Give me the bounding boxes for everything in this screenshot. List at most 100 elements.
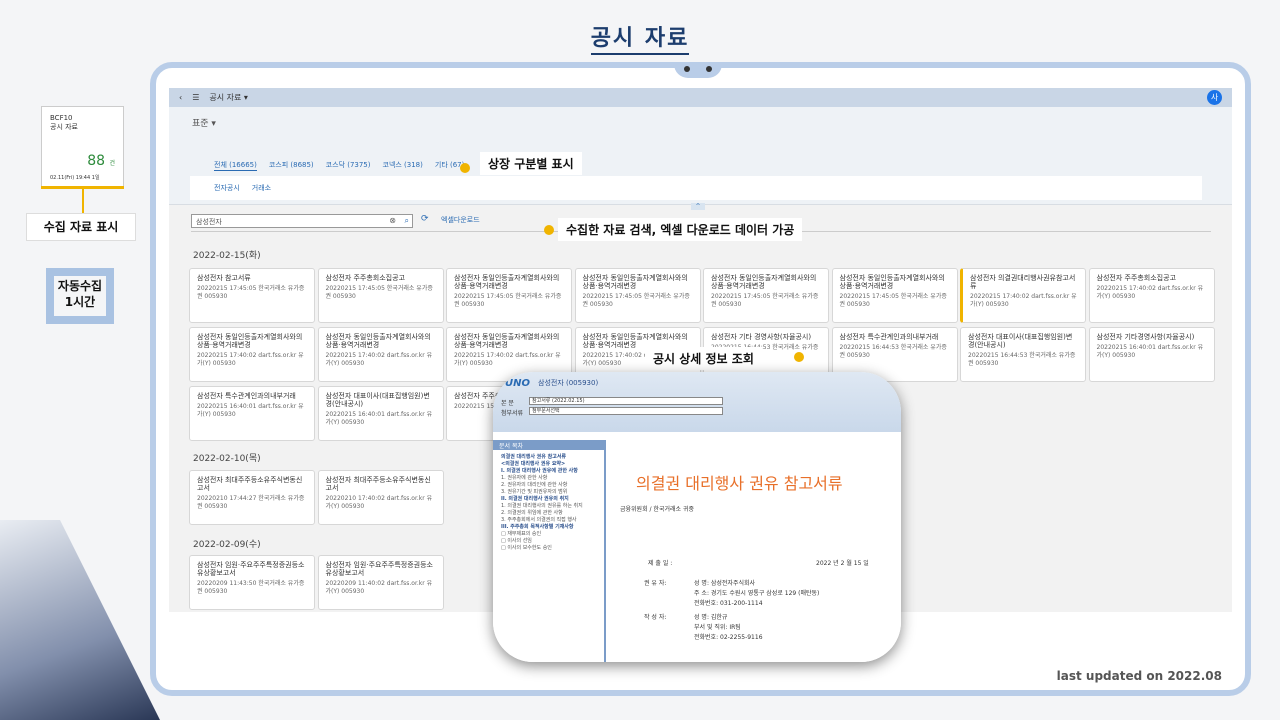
disclosure-card[interactable]: 삼성전자 대표이사(대표집행임원)변경(안내공시) 20220215 16:40:… bbox=[317, 386, 444, 441]
card-meta: 20220209 11:43:50 한국거래소 유가증권 005930 bbox=[197, 580, 305, 595]
auto-collect-label: 자동수집 bbox=[57, 279, 103, 293]
writer-label: 작 성 자: bbox=[644, 614, 667, 621]
card-title: 삼성전자 최대주주등소유주식변동신고서 bbox=[197, 476, 303, 492]
user-avatar-icon[interactable]: 사 bbox=[1207, 90, 1222, 105]
listing-callout: 상장 구분별 표시 bbox=[480, 152, 582, 175]
search-input[interactable]: 삼성전자 ⊗ ⌕ bbox=[191, 214, 413, 228]
disclosure-card[interactable]: 삼성전자 의결권대리행사권유참고서류 20220215 17:40:02 dart… bbox=[960, 268, 1086, 323]
collect-display-label: 수집 자료 표시 bbox=[26, 213, 136, 241]
tab-kospi[interactable]: 코스피 (8685) bbox=[269, 160, 314, 171]
disclosure-card[interactable]: 삼성전자 대표이사(대표집행임원)변경(안내공시) 20220215 16:44:… bbox=[960, 327, 1086, 382]
widget-count: 88 건 bbox=[87, 153, 115, 169]
card-title: 삼성전자 대표이사(대표집행임원)변경(안내공시) bbox=[968, 333, 1073, 349]
date-header: 2022-02-10(목) bbox=[193, 454, 261, 464]
company-label: 삼성전자 (005930) bbox=[538, 379, 599, 387]
card-meta: 20220215 17:45:05 한국거래소 유가증권 005930 bbox=[197, 285, 305, 300]
tab-krx[interactable]: 거래소 bbox=[252, 183, 271, 200]
toc-panel: 문서 목차 의결권 대리행사 권유 참고서류 <의결권 대리행사 권유 요약> I.… bbox=[493, 440, 606, 662]
disclosure-card[interactable]: 삼성전자 최대주주등소유주식변동신고서 20220210 17:40:02 dar… bbox=[317, 470, 444, 525]
toc-item[interactable]: 1. 의결권 대리행사의 권유를 하는 취지 bbox=[501, 503, 596, 510]
doc-select[interactable]: 참고서류 (2022.02.15) bbox=[529, 397, 723, 405]
card-meta: 20220215 16:44:53 한국거래소 유가증권 005930 bbox=[839, 344, 947, 359]
clear-icon[interactable]: ⊗ bbox=[389, 216, 396, 225]
tile-widget[interactable]: BCF10 공시 자료 88 건 02.11(Fri) 19:44 1일 bbox=[41, 106, 124, 188]
toc-item[interactable]: <의결권 대리행사 권유 요약> bbox=[501, 461, 596, 468]
card-meta: 20220210 17:40:02 dart.fss.or.kr 유가(Y) 0… bbox=[325, 495, 433, 510]
card-meta: 20220215 17:40:02 dart.fss.or.kr 유가(Y) 0… bbox=[454, 352, 561, 367]
card-meta: 20220215 17:45:05 한국거래소 유가증권 005930 bbox=[325, 285, 433, 300]
toc-item[interactable]: 3. 주주총회에서 의결권의 직접 행사 bbox=[501, 517, 596, 524]
card-meta: 20220215 16:40:01 dart.fss.or.kr 유가(Y) 0… bbox=[1096, 344, 1204, 359]
toc-item[interactable]: 1. 권유자에 관한 사항 bbox=[501, 475, 596, 482]
tab-dart[interactable]: 전자공시 bbox=[214, 183, 240, 200]
requester-address: 주 소: 경기도 수원시 영통구 삼성로 129 (매탄동) bbox=[694, 590, 820, 597]
card-meta: 20220215 17:45:05 한국거래소 유가증권 005930 bbox=[454, 293, 562, 308]
disclosure-card[interactable]: 삼성전자 동일인등출자계열회사와의상품·용역거래변경 20220215 17:45… bbox=[446, 268, 572, 323]
disclosure-card[interactable]: 삼성전자 동일인등출자계열회사와의상품·용역거래변경 20220215 17:45… bbox=[574, 268, 701, 323]
toc-item[interactable]: 의결권 대리행사 권유 참고서류 bbox=[501, 454, 596, 461]
disclosure-card[interactable]: 삼성전자 주주총회소집공고 20220215 17:40:02 dart.fss.… bbox=[1088, 268, 1215, 323]
attach-select[interactable]: 첨부문서선택 bbox=[529, 407, 723, 415]
page: 공시 자료 BCF10 공시 자료 88 건 02.11(Fri) 19:44 … bbox=[0, 0, 1280, 720]
app-title[interactable]: 공시 자료 ▾ bbox=[209, 92, 248, 103]
last-updated: last updated on 2022.08 bbox=[1056, 669, 1222, 683]
excel-download-button[interactable]: 엑셀다운로드 bbox=[441, 215, 480, 225]
disclosure-card[interactable]: 삼성전자 최대주주등소유주식변동신고서 20220210 17:44:27 한국거… bbox=[189, 470, 315, 525]
doc-title: 의결권 대리행사 권유 참고서류 bbox=[636, 474, 843, 493]
search-icon[interactable]: ⌕ bbox=[405, 216, 409, 226]
page-header: 표준 ▾ 전체 (16665) 코스피 (8685) 코스닥 (7375) 코넥… bbox=[169, 107, 1232, 210]
tab-kosdaq[interactable]: 코스닥 (7375) bbox=[326, 160, 371, 171]
card-meta: 20220215 17:45:05 한국거래소 유가증권 005930 bbox=[711, 293, 819, 308]
toc-item[interactable]: □ 이사의 보수한도 승인 bbox=[501, 545, 596, 552]
disclosure-card[interactable]: 삼성전자 동일인등출자계열회사와의상품·용역거래변경 20220215 17:40… bbox=[317, 327, 444, 382]
disclosure-card[interactable]: 삼성전자 기타경영사항(자율공시) 20220215 16:40:01 dart.… bbox=[1088, 327, 1215, 382]
card-meta: 20220215 17:40:02 dart.fss.or.kr 유가(Y) 0… bbox=[970, 293, 1077, 308]
requester-name: 성 명: 삼성전자주식회사 bbox=[694, 580, 756, 587]
collapse-header-button[interactable]: ^ bbox=[691, 203, 705, 210]
menu-icon[interactable]: ☰ bbox=[192, 93, 199, 102]
card-meta: 20220215 16:40:01 dart.fss.or.kr 유가(Y) 0… bbox=[197, 403, 304, 418]
tab-all[interactable]: 전체 (16665) bbox=[214, 160, 257, 171]
toc-item[interactable]: □ 재무제표의 승인 bbox=[501, 531, 596, 538]
card-title: 삼성전자 동일인등출자계열회사와의상품·용역거래변경 bbox=[454, 333, 560, 349]
card-meta: 20220215 17:40:02 dart.fss.or.kr 유가(Y) 0… bbox=[197, 352, 304, 367]
disclosure-card[interactable]: 삼성전자 주주총회소집공고 20220215 17:45:05 한국거래소 유가증… bbox=[317, 268, 444, 323]
card-title: 삼성전자 주주총회소집공고 bbox=[1096, 274, 1177, 282]
card-title: 삼성전자 동일인등출자계열회사와의상품·용역거래변경 bbox=[582, 274, 688, 290]
brand-logo: UNO bbox=[505, 378, 530, 389]
connector-line bbox=[82, 189, 84, 213]
listing-tabs: 전체 (16665) 코스피 (8685) 코스닥 (7375) 코넥스 (31… bbox=[214, 160, 464, 171]
toc-item[interactable]: II. 의결권 대리행사 권유의 취지 bbox=[501, 496, 596, 503]
toc-item[interactable]: III. 주주총회 목적사항별 기재사항 bbox=[501, 524, 596, 531]
interval-label: 1시간 bbox=[64, 295, 96, 309]
writer-name: 성 명: 김한규 bbox=[694, 614, 728, 621]
toc-item[interactable]: 2. 의결권의 위임에 관한 사항 bbox=[501, 510, 596, 517]
callout-dot bbox=[544, 225, 554, 235]
disclosure-card[interactable]: 삼성전자 특수관계인과의내부거래 20220215 16:40:01 dart.f… bbox=[189, 386, 315, 441]
disclosure-card[interactable]: 삼성전자 참고서류 20220215 17:45:05 한국거래소 유가증권 00… bbox=[189, 268, 315, 323]
disclosure-card[interactable]: 삼성전자 동일인등출자계열회사와의상품·용역거래변경 20220215 17:45… bbox=[703, 268, 829, 323]
card-meta: 20220209 11:40:02 dart.fss.or.kr 유가(Y) 0… bbox=[325, 580, 433, 595]
toc-item[interactable]: 3. 권유기간 및 피권유자의 범위 bbox=[501, 489, 596, 496]
card-title: 삼성전자 참고서류 bbox=[197, 274, 251, 282]
variant-select[interactable]: 표준 ▾ bbox=[192, 116, 216, 129]
requester-phone: 전화번호: 031-200-1114 bbox=[694, 600, 763, 607]
doc-recipient: 금융위원회 / 한국거래소 귀중 bbox=[620, 506, 694, 513]
toc-item[interactable]: 2. 권유자의 대리인에 관한 사항 bbox=[501, 482, 596, 489]
card-meta: 20220215 17:40:02 dart.fss.or.kr 유가(Y) 0… bbox=[1096, 285, 1204, 300]
card-title: 삼성전자 동일인등출자계열회사와의상품·용역거래변경 bbox=[454, 274, 560, 290]
toc-item[interactable]: □ 이사의 선임 bbox=[501, 538, 596, 545]
toc-item[interactable]: I. 의결권 대리행사 권유에 관한 사항 bbox=[501, 468, 596, 475]
date-label: 제 출 일 : bbox=[648, 560, 673, 567]
disclosure-card[interactable]: 삼성전자 동일인등출자계열회사와의상품·용역거래변경 20220215 17:45… bbox=[831, 268, 958, 323]
disclosure-card[interactable]: 삼성전자 임원·주요주주특정증권등소유상황보고서 20220209 11:43:5… bbox=[189, 555, 315, 610]
date-header: 2022-02-15(화) bbox=[193, 251, 261, 261]
refresh-icon[interactable]: ⟳ bbox=[421, 214, 429, 224]
disclosure-card[interactable]: 삼성전자 동일인등출자계열회사와의상품·용역거래변경 20220215 17:40… bbox=[189, 327, 315, 382]
disclosure-card[interactable]: 삼성전자 임원·주요주주특정증권등소유상황보고서 20220209 11:40:0… bbox=[317, 555, 444, 610]
back-icon[interactable]: ‹ bbox=[179, 93, 182, 102]
card-meta: 20220215 17:45:05 한국거래소 유가증권 005930 bbox=[582, 293, 690, 308]
tab-konex[interactable]: 코넥스 (318) bbox=[383, 160, 423, 171]
shell-bar: ‹ ☰ 공시 자료 ▾ 사 bbox=[169, 88, 1232, 107]
camera-notch bbox=[674, 64, 722, 78]
